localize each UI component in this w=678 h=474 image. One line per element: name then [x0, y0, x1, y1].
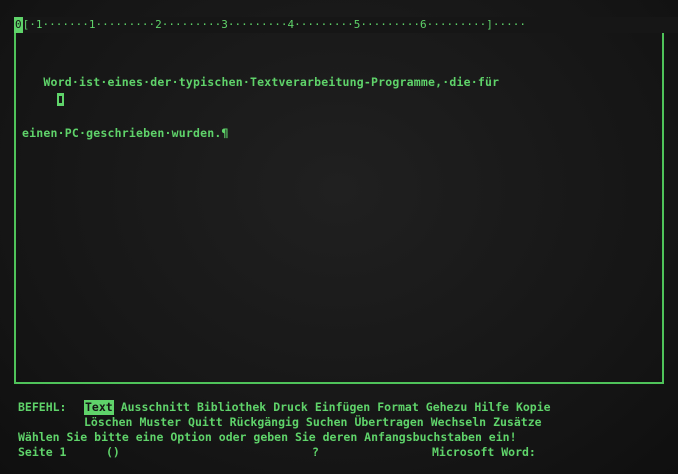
- command-menu: BEFEHL: Text Ausschnitt Bibliothek Druck…: [18, 400, 673, 460]
- command-druck[interactable]: Druck: [273, 400, 308, 415]
- document-line: einen·PC·geschrieben·wurden.¶: [22, 126, 229, 140]
- page-indicator: Seite 1: [18, 445, 67, 459]
- command-einfuegen[interactable]: Einfügen: [315, 400, 370, 415]
- status-question: ?: [312, 445, 319, 459]
- command-rueckgaengig[interactable]: Rückgängig: [230, 415, 299, 430]
- document-line: Word·ist·eines·der·typischen·Textverarbe…: [22, 75, 500, 89]
- message-line: Wählen Sie bitte eine Option oder geben …: [18, 430, 517, 444]
- status-line: Seite 1 () ? Microsoft Word:: [18, 445, 673, 460]
- command-suchen[interactable]: Suchen: [306, 415, 348, 430]
- command-bibliothek[interactable]: Bibliothek: [197, 400, 266, 415]
- command-label: BEFEHL:: [18, 400, 67, 414]
- command-format[interactable]: Format: [377, 400, 419, 415]
- document-text-area[interactable]: Word·ist·eines·der·typischen·Textverarbe…: [22, 40, 652, 176]
- command-uebertragen[interactable]: Übertragen: [354, 415, 423, 430]
- command-zusaetze[interactable]: Zusätze: [493, 415, 541, 430]
- command-hilfe[interactable]: Hilfe: [474, 400, 509, 415]
- command-ausschnitt[interactable]: Ausschnitt: [121, 400, 190, 415]
- ruler-scale: [·1·······1·········2·········3·········…: [22, 18, 526, 31]
- command-gehezu[interactable]: Gehezu: [426, 400, 468, 415]
- command-quitt[interactable]: Quitt: [188, 415, 223, 430]
- ruler: 0[·1·······1·········2·········3········…: [14, 17, 678, 33]
- terminal-screen: 0[·1·······1·········2·········3········…: [0, 0, 678, 474]
- command-row-2: Löschen Muster Quitt Rückgängig Suchen Ü…: [18, 415, 673, 430]
- status-paren: (): [106, 445, 120, 459]
- window-number-marker[interactable]: 0: [14, 17, 23, 33]
- command-text[interactable]: Text: [84, 400, 114, 415]
- command-row-1: BEFEHL: Text Ausschnitt Bibliothek Druck…: [18, 400, 673, 415]
- command-muster[interactable]: Muster: [139, 415, 181, 430]
- command-loeschen[interactable]: Löschen: [84, 415, 132, 430]
- command-kopie[interactable]: Kopie: [516, 400, 551, 415]
- command-wechseln[interactable]: Wechseln: [431, 415, 486, 430]
- text-cursor: [57, 93, 64, 106]
- app-name: Microsoft Word:: [432, 445, 536, 459]
